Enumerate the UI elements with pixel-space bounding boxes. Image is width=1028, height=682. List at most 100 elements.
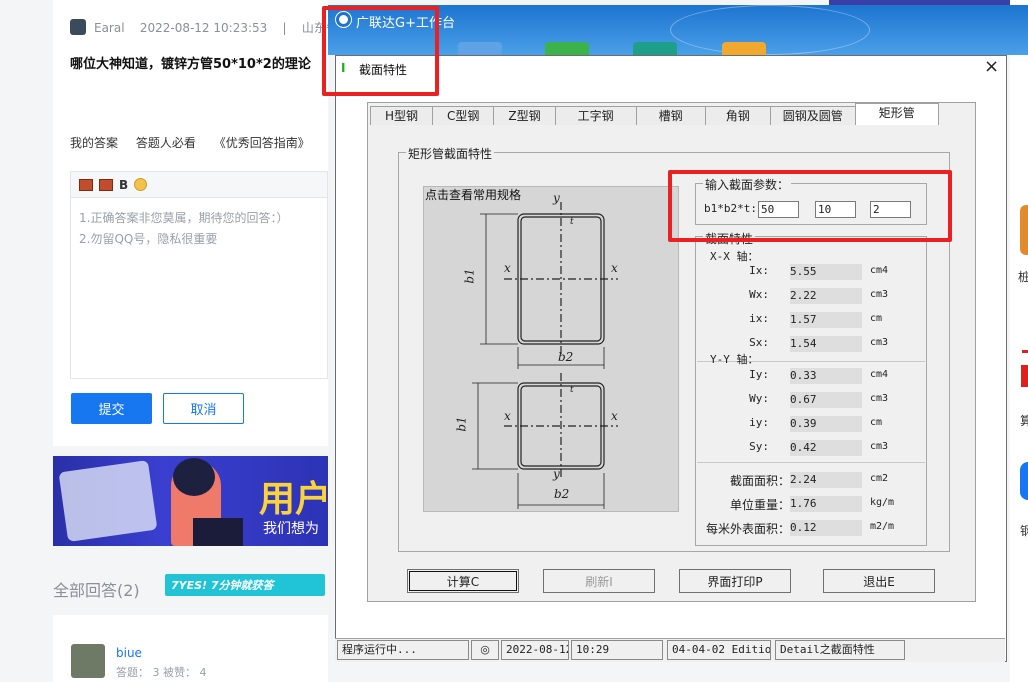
right-sidebar-thumb-3[interactable] (1020, 462, 1028, 500)
diagram-y-label: y (553, 191, 560, 205)
ry-unit: cm (870, 417, 883, 428)
banner-person-hair (173, 458, 215, 496)
placeholder-line-1: 1.正确答案非您莫属，期待您的回答：） (79, 211, 289, 225)
answer-user-stats: 答题： 3 被赞： 4 (116, 666, 207, 679)
ry-value: 0.39 (790, 416, 862, 432)
bold-icon[interactable]: B (119, 178, 128, 192)
status-running: 程序运行中... (337, 640, 469, 660)
rx-value: 1.57 (790, 312, 862, 328)
right-sidebar-text-2[interactable]: 算 (1020, 412, 1028, 429)
editor-placeholder[interactable]: 1.正确答案非您莫属，期待您的回答：） 2.勿留QQ号，隐私很重要 (71, 198, 327, 260)
status-time: 10:29 (571, 640, 663, 660)
surface-area-label: 每米外表面积： (705, 522, 790, 536)
tab-round[interactable]: 圆钢及圆管 (769, 106, 856, 125)
titlebar-decoration (670, 5, 870, 55)
tab-i-beam[interactable]: 工字钢 (554, 106, 637, 125)
question-user[interactable]: Earal (94, 21, 125, 35)
yy-axis-label: Y-Y 轴： (710, 353, 759, 366)
section-diagram[interactable]: y x x b1 b2 t x x b1 y b2 t (423, 186, 679, 512)
tab-z-steel[interactable]: Z型钢 (493, 106, 556, 125)
iy-value: 0.33 (790, 368, 862, 384)
highlight-box-input (668, 170, 952, 242)
diagram-t-label: t (570, 217, 574, 227)
tab-h-steel[interactable]: H型钢 (370, 106, 434, 125)
tab-rect-tube[interactable]: 矩形管 (854, 103, 939, 125)
editor-toolbar: B (71, 172, 327, 198)
right-sidebar-thumb-1[interactable] (1020, 205, 1028, 255)
wx-value: 2.22 (790, 288, 862, 304)
user-avatar[interactable] (70, 19, 86, 35)
answer-user-avatar[interactable] (71, 644, 105, 678)
xx-axis-label: X-X 轴： (710, 250, 759, 263)
answer-username[interactable]: biue (116, 646, 142, 660)
diagram-b1-label: b1 (462, 268, 477, 284)
section-type-tabs: H型钢 C型钢 Z型钢 工字钢 槽钢 角钢 圆钢及圆管 矩形管 (370, 103, 939, 126)
close-icon[interactable]: × (984, 58, 999, 76)
wx-unit: cm3 (870, 289, 889, 300)
answerer-must-read-link[interactable]: 答题人必看 (136, 136, 196, 150)
diagram2-t-label: t (570, 385, 574, 395)
tab-c-steel[interactable]: C型钢 (432, 106, 495, 125)
answer-links: 我的答案 答题人必看 《优秀回答指南》 (70, 134, 324, 151)
group-title: 矩形管截面特性 (406, 145, 495, 162)
iy-label: Iy: (749, 368, 769, 381)
answer-editor[interactable]: B 1.正确答案非您莫属，期待您的回答：） 2.勿留QQ号，隐私很重要 (70, 171, 328, 379)
sy-unit: cm3 (870, 441, 889, 452)
unit-weight-unit: kg/m (870, 497, 895, 508)
diagram2-x-right-label: x (611, 409, 618, 423)
question-meta: Earal 2022-08-12 10:23:53 | 山东省 土 (70, 19, 358, 36)
status-date: 2022-08-12 (501, 640, 569, 660)
area-value: 2.24 (790, 472, 862, 488)
calculate-button[interactable]: 计算C (407, 569, 519, 593)
answer-guide-link[interactable]: 《优秀回答指南》 (214, 136, 310, 150)
clock-icon: ◎ (471, 640, 499, 660)
surface-area-value: 0.12 (790, 520, 862, 536)
view-common-specs-label[interactable]: 点击查看常用规格 (425, 186, 521, 203)
right-sidebar-mark (1022, 350, 1028, 353)
diagram2-y-label: y (553, 467, 560, 481)
print-button[interactable]: 界面打印P (679, 569, 791, 593)
question-datetime: 2022-08-12 10:23:53 (139, 21, 268, 35)
submit-button[interactable]: 提交 (71, 393, 152, 424)
image-icon[interactable] (79, 178, 93, 191)
placeholder-line-2: 2.勿留QQ号，隐私很重要 (79, 232, 218, 246)
ix-unit: cm4 (870, 265, 889, 276)
yes-promo-badge[interactable]: 7YES! 7分钟就获答 (165, 574, 325, 596)
sy-label: Sy: (749, 440, 769, 453)
toolbar-app-icon-1[interactable] (458, 42, 502, 56)
ix-label: Ix: (749, 264, 769, 277)
sx-value: 1.54 (790, 336, 862, 352)
ry-label: iy: (749, 416, 769, 429)
my-answer-link[interactable]: 我的答案 (70, 136, 118, 150)
refresh-button[interactable]: 刷新I (543, 569, 655, 593)
diagram-b2-label: b2 (558, 350, 574, 364)
question-title[interactable]: 哪位大神知道，镀锌方管50*10*2的理论 (70, 53, 328, 72)
emoji-icon[interactable] (134, 178, 148, 191)
area-label: 截面面积： (729, 474, 790, 488)
surface-area-unit: m2/m (870, 521, 895, 532)
diagram-x-right-label: x (611, 261, 618, 275)
rx-unit: cm (870, 313, 883, 324)
wx-label: Wx: (749, 288, 769, 301)
toolbar-app-icon-4[interactable] (722, 42, 766, 56)
toolbar-app-icon-2[interactable] (545, 42, 589, 56)
status-edition: 04-04-02 Edition (667, 640, 771, 660)
diagram2-b2-label: b2 (554, 487, 570, 501)
sx-label: Sx: (749, 336, 769, 349)
tab-angle[interactable]: 角钢 (704, 106, 771, 125)
promo-banner[interactable]: 用户 我们想为 (53, 456, 328, 546)
right-sidebar-thumb-2[interactable] (1021, 365, 1028, 387)
diagram2-b1-label: b1 (454, 416, 469, 432)
highlight-box-title (322, 6, 439, 96)
right-sidebar-text-1[interactable]: 桩 (1018, 268, 1028, 285)
exit-button[interactable]: 退出E (823, 569, 935, 593)
image-upload-icon[interactable] (99, 178, 113, 191)
wy-unit: cm3 (870, 393, 889, 404)
toolbar-app-icon-3[interactable] (633, 42, 677, 56)
tab-channel[interactable]: 槽钢 (635, 106, 706, 125)
diagram2-x-left-label: x (504, 409, 511, 423)
unit-weight-label: 单位重量： (729, 498, 790, 512)
right-sidebar-text-3[interactable]: 钢 (1020, 522, 1028, 539)
props-divider-2 (697, 462, 925, 463)
cancel-button[interactable]: 取消 (163, 393, 244, 424)
